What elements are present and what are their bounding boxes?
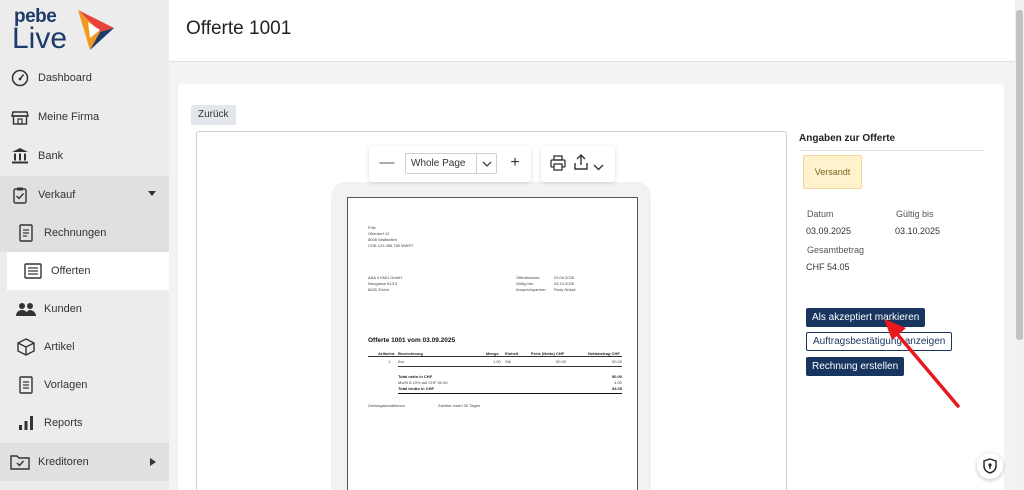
page-title: Offerte 1001 <box>186 18 292 39</box>
zoom-out-button[interactable]: — <box>379 154 395 172</box>
sidebar-item-label: Rechnungen <box>44 227 107 239</box>
doc-total-label: MwSt 8.10% auf CHF 50.00 <box>398 380 448 385</box>
annotation-arrow <box>884 319 960 408</box>
template-icon <box>16 375 36 395</box>
pdf-page: Fritz Oberdorf 12 8008 Wallisellen CHE-1… <box>347 197 638 490</box>
export-toolbar <box>541 146 615 182</box>
doc-recipient-line: Neugasse 81/13 <box>368 281 398 286</box>
sidebar-item-artikel[interactable]: Artikel <box>0 328 169 366</box>
shield-lock-icon <box>983 458 997 474</box>
doc-rule <box>368 356 622 357</box>
sidebar-item-label: Verkauf <box>38 189 76 201</box>
doc-sender-line: CHE-123.456.789 MWST <box>368 243 414 248</box>
print-icon[interactable] <box>550 155 566 176</box>
zoom-select-value: Whole Page <box>411 158 466 169</box>
zoom-toolbar: — Whole Page + <box>369 146 531 182</box>
doc-cell: 1.00 <box>493 359 501 364</box>
dashboard-gauge-icon <box>10 68 30 88</box>
doc-cell: Stk <box>505 359 511 364</box>
sidebar-item-label: Kreditoren <box>38 456 89 468</box>
sidebar-item-offerten[interactable]: Offerten <box>7 252 169 290</box>
sidebar-item-label: Reports <box>44 417 83 429</box>
sidebar-item-label: Bank <box>38 150 64 162</box>
chevron-down-icon[interactable] <box>593 158 604 176</box>
doc-total-value: 4.05 <box>614 380 622 385</box>
sidebar-item-label: Kunden <box>44 303 82 315</box>
back-button[interactable]: Zurück <box>191 105 236 125</box>
page-header: Offerte 1001 <box>169 0 1015 62</box>
shop-icon <box>10 107 30 127</box>
doc-total-label: Total brutto in CHF <box>398 386 434 391</box>
doc-terms-label: Zahlungskonditionen <box>368 403 405 408</box>
sidebar-item-dashboard[interactable]: Dashboard <box>0 59 169 97</box>
caret-down-icon <box>148 191 156 196</box>
doc-sender-line: 8008 Wallisellen <box>368 237 397 242</box>
doc-meta-label: Gültig bis: <box>516 281 534 286</box>
doc-rule <box>398 366 622 367</box>
doc-sender-line: Fritz <box>368 225 376 230</box>
total-label: Gesamtbetrag <box>807 245 865 255</box>
doc-rule <box>398 393 622 394</box>
doc-cell: 50.00 <box>612 359 623 364</box>
doc-terms-value: Zahlbar innert 30 Tagen <box>438 403 481 408</box>
logo-play-icon <box>78 10 114 50</box>
sidebar-item-verkauf[interactable]: Verkauf <box>0 176 169 214</box>
valid-until-value: 03.10.2025 <box>895 226 941 236</box>
doc-cell: 1 <box>388 359 391 364</box>
doc-meta-value: 03.10.2025 <box>554 281 575 286</box>
date-label: Datum <box>807 209 834 219</box>
date-value: 03.09.2025 <box>806 226 852 236</box>
clipboard-check-icon <box>10 185 30 205</box>
zoom-select[interactable]: Whole Page <box>405 153 497 174</box>
sidebar-item-label: Vorlagen <box>44 379 88 391</box>
doc-sender-line: Oberdorf 12 <box>368 231 390 236</box>
scrollbar-thumb[interactable] <box>1016 10 1023 340</box>
sidebar-item-label: Offerten <box>51 265 91 277</box>
doc-total-value: 54.05 <box>612 386 623 391</box>
sidebar-item-meine-firma[interactable]: Meine Firma <box>0 98 169 136</box>
status-badge: Versandt <box>803 155 862 189</box>
sidebar-item-reports[interactable]: Reports <box>0 404 169 442</box>
doc-recipient-line: 8005 Zürich <box>368 287 390 292</box>
chevron-down-icon <box>476 154 496 173</box>
panel-divider <box>799 150 985 151</box>
sidebar-item-kreditoren[interactable]: Kreditoren <box>0 443 169 481</box>
sidebar-item-vorlagen[interactable]: Vorlagen <box>0 366 169 404</box>
doc-cell: 50.00 <box>556 359 567 364</box>
sidebar-item-rechnungen[interactable]: Rechnungen <box>0 214 169 252</box>
folder-check-icon <box>10 452 30 472</box>
doc-title: Offerte 1001 vom 03.09.2025 <box>368 337 456 344</box>
pdf-viewer: Fritz Oberdorf 12 8008 Wallisellen CHE-1… <box>196 131 787 490</box>
quote-list-icon <box>23 261 43 281</box>
sidebar-item-label: Artikel <box>44 341 75 353</box>
doc-meta-value: 03.09.2025 <box>554 275 575 280</box>
doc-cell: Am <box>398 359 404 364</box>
sidebar-item-label: Dashboard <box>38 72 92 84</box>
share-upload-icon[interactable] <box>573 154 589 176</box>
zoom-in-button[interactable]: + <box>507 154 523 172</box>
total-value: CHF 54.05 <box>806 262 850 272</box>
doc-meta-label: Offertedatum: <box>516 275 541 280</box>
sidebar-item-kunden[interactable]: Kunden <box>0 290 169 328</box>
doc-meta-label: Ansprechpartner: <box>516 287 547 292</box>
box-icon <box>16 337 36 357</box>
doc-total-label: Total netto in CHF <box>398 374 433 379</box>
doc-meta-value: Rudy Nüssli <box>554 287 576 292</box>
doc-total-value: 50.00 <box>612 374 623 379</box>
privacy-shield-button[interactable] <box>977 453 1003 479</box>
document-icon <box>16 223 36 243</box>
bar-chart-icon <box>16 413 36 433</box>
caret-right-icon <box>150 458 156 466</box>
logo-text-bottom: Live <box>12 22 68 55</box>
sidebar-item-bank[interactable]: Bank <box>0 137 169 175</box>
page-scrollbar[interactable] <box>1015 0 1024 490</box>
users-icon <box>16 299 36 319</box>
panel-title: Angaben zur Offerte <box>799 133 896 144</box>
valid-until-label: Gültig bis <box>896 209 934 219</box>
sidebar: pebe Live Dashboard Meine Firma Bank Ver… <box>0 0 169 490</box>
pebe-live-logo[interactable]: pebe Live <box>12 6 122 56</box>
sidebar-item-label: Meine Firma <box>38 111 100 123</box>
doc-recipient-line: AAA 4 KMU GmbH <box>368 275 402 280</box>
bank-icon <box>10 146 30 166</box>
